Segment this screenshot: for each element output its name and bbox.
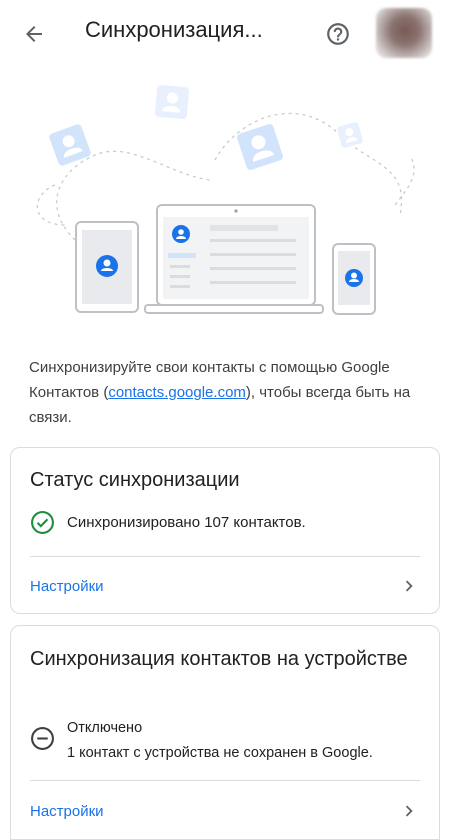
- divider: [30, 556, 420, 557]
- device-sync-status-detail: 1 контакт с устройства не сохранен в Goo…: [67, 745, 373, 761]
- account-avatar[interactable]: [376, 8, 432, 58]
- card-title: Статус синхронизации: [30, 469, 240, 491]
- floating-contact-icon: [49, 124, 91, 166]
- settings-label: Настройки: [30, 802, 104, 820]
- intro-text: Синхронизируйте свои контакты с помощью …: [29, 359, 411, 426]
- sync-status-row: Синхронизировано 107 контактов.: [30, 510, 306, 535]
- help-button[interactable]: [318, 14, 358, 54]
- settings-label: Настройки: [30, 577, 104, 595]
- chevron-right-icon: [405, 805, 413, 817]
- back-button[interactable]: [14, 14, 54, 54]
- minus-circle-icon: [31, 727, 54, 750]
- sync-status-text: Синхронизировано 107 контактов.: [67, 514, 306, 531]
- top-app-bar: Синхронизация...: [0, 0, 450, 64]
- card-title: Синхронизация контактов на устройстве: [30, 648, 408, 670]
- chevron-right-icon: [405, 580, 413, 592]
- help-circle-icon: [327, 23, 349, 45]
- device-sync-status-text: Отключено 1 контакт с устройства не сохр…: [67, 716, 447, 766]
- floating-contact-icon: [337, 122, 363, 148]
- phone-device: [332, 243, 376, 315]
- check-circle-icon: [31, 511, 54, 534]
- sync-settings-link[interactable]: Настройки: [30, 566, 420, 606]
- device-sync-settings-link[interactable]: Настройки: [30, 791, 420, 831]
- divider: [30, 780, 420, 781]
- laptop-device: [144, 204, 324, 314]
- sync-status-card: Статус синхронизации Синхронизировано 10…: [10, 447, 440, 614]
- tablet-device: [75, 221, 139, 313]
- contacts-link[interactable]: contacts.google.com: [108, 384, 246, 401]
- sync-illustration: [36, 84, 415, 315]
- device-sync-card: Синхронизация контактов на устройстве От…: [10, 625, 440, 840]
- floating-contact-icon: [154, 84, 190, 120]
- floating-contact-icon: [237, 124, 283, 170]
- arrow-back-icon: [26, 26, 42, 42]
- page-title: Синхронизация...: [85, 17, 263, 42]
- device-sync-status-label: Отключено: [67, 720, 143, 736]
